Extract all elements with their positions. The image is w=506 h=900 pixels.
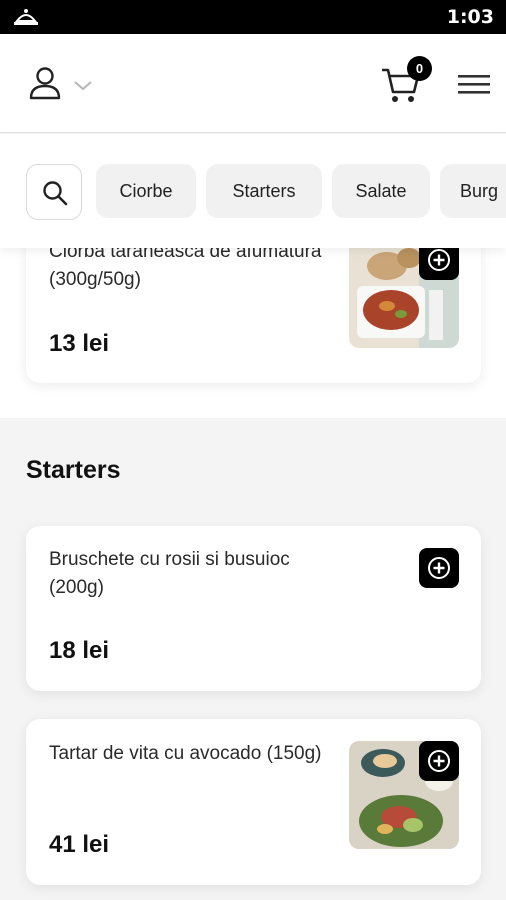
clock: 1:03: [446, 6, 494, 28]
menu-item-card[interactable]: Ciorba taraneasca de afumatura (300g/50g…: [26, 248, 481, 383]
user-icon: [28, 66, 62, 105]
menu-item-name: Bruschete cu rosii si busuioc (200g): [49, 549, 290, 598]
category-chip-salate[interactable]: Salate: [332, 164, 430, 218]
add-to-cart-button[interactable]: [419, 741, 459, 781]
category-chip-ciorbe[interactable]: Ciorbe: [96, 164, 196, 218]
plus-circle-icon: [428, 557, 450, 579]
chevron-down-icon: [74, 78, 92, 96]
menu-item-name: Tartar de vita cu avocado (150g): [49, 743, 322, 764]
search-button[interactable]: [26, 164, 82, 220]
add-to-cart-button[interactable]: [419, 548, 459, 588]
menu-item-card[interactable]: Bruschete cu rosii si busuioc (200g) 18 …: [26, 526, 481, 691]
menu-item-price: 18 lei: [49, 637, 110, 664]
section-title-starters: Starters: [26, 456, 121, 484]
hamburger-menu-button[interactable]: [456, 72, 492, 96]
menu-item-price: 13 lei: [49, 330, 110, 357]
menu-item-price: 41 lei: [49, 831, 110, 858]
account-button[interactable]: [28, 66, 98, 102]
cart-button[interactable]: 0: [380, 56, 432, 106]
category-chip-starters[interactable]: Starters: [206, 164, 322, 218]
category-bar: Ciorbe Starters Salate Burg: [0, 134, 506, 248]
category-chip-burgers[interactable]: Burg: [440, 164, 506, 218]
plus-circle-icon: [428, 750, 450, 772]
plus-circle-icon: [428, 249, 450, 271]
menu-item-card[interactable]: Tartar de vita cu avocado (150g) 41 lei: [26, 719, 481, 885]
cart-icon: [380, 68, 422, 110]
menu-icon: [456, 75, 492, 100]
menu-item-name: Ciorba taraneasca de afumatura (300g/50g…: [49, 248, 322, 290]
app-header: 0: [0, 34, 506, 133]
add-to-cart-button[interactable]: [419, 248, 459, 280]
cart-count-badge: 0: [407, 56, 432, 81]
status-bar: 1:03: [0, 0, 506, 34]
notification-icon: [12, 7, 40, 27]
search-icon: [43, 181, 68, 206]
menu-content: Ciorba taraneasca de afumatura (300g/50g…: [0, 248, 506, 900]
